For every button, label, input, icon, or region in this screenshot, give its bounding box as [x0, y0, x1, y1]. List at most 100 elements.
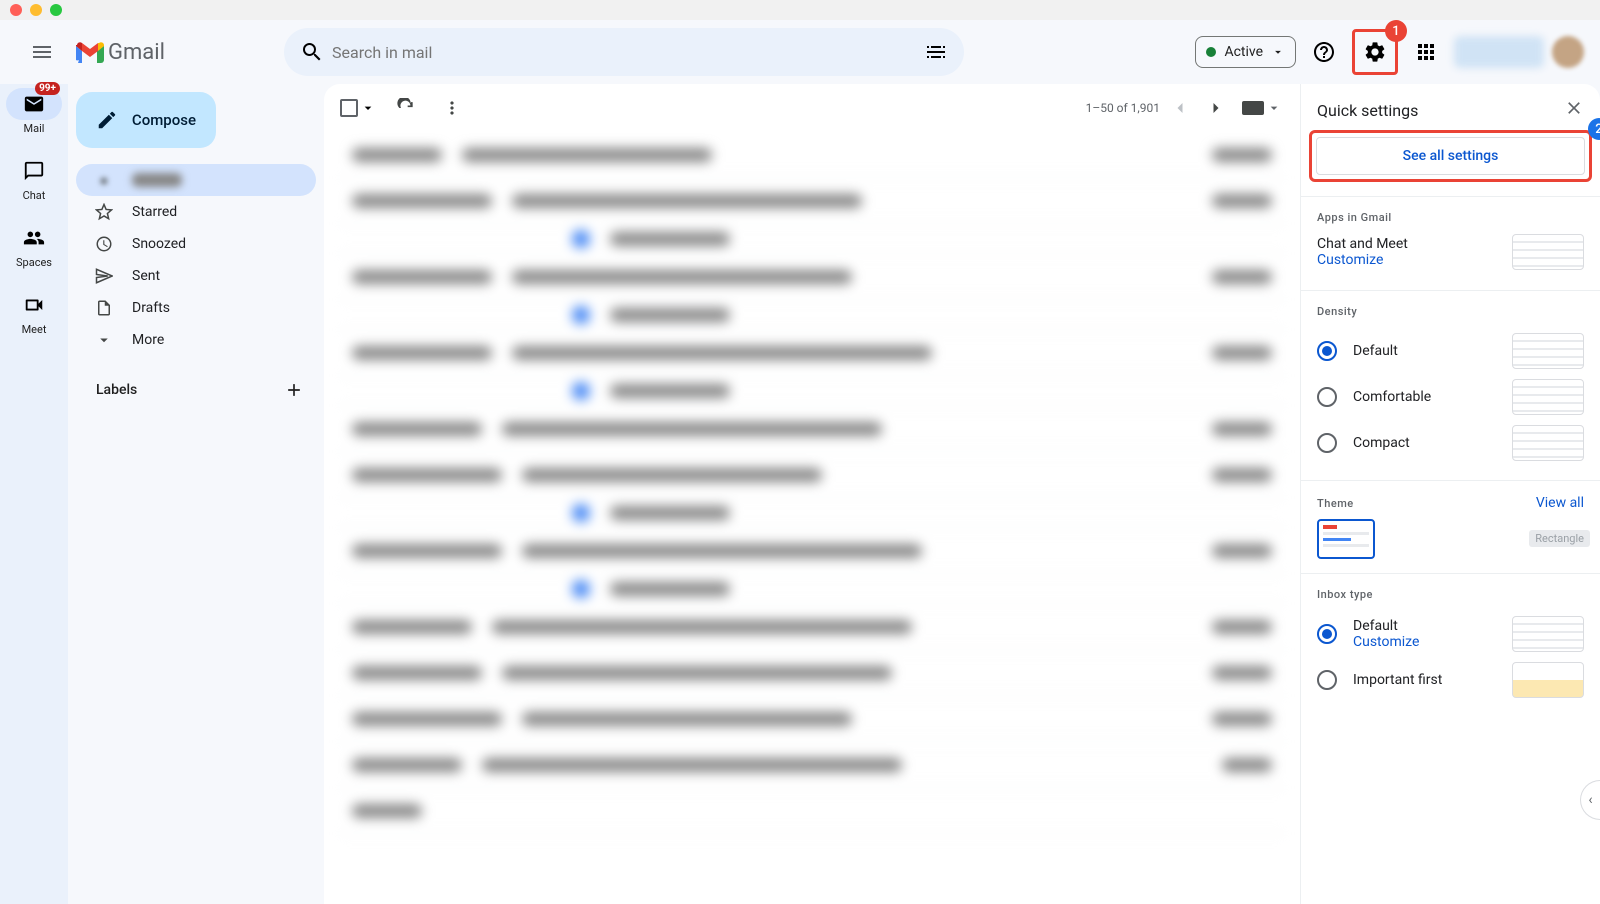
spaces-icon [23, 227, 45, 249]
support-button[interactable] [1304, 32, 1344, 72]
status-active-dot [1206, 47, 1216, 57]
see-all-settings-label: See all settings [1403, 148, 1499, 164]
folder-drafts-label: Drafts [132, 300, 170, 316]
chevron-down-icon [1271, 45, 1285, 59]
labels-heading[interactable]: Labels [76, 370, 316, 410]
density-default-radio[interactable] [1317, 341, 1337, 361]
density-compact-row[interactable]: Compact [1317, 420, 1584, 466]
more-actions-button[interactable] [432, 88, 472, 128]
folder-drafts[interactable]: Drafts [76, 292, 316, 324]
pagination-range: 1–50 of 1,901 [1086, 101, 1160, 115]
rail-chat-label: Chat [23, 189, 46, 202]
inbox-important-radio[interactable] [1317, 670, 1337, 690]
inbox-default-row[interactable]: Default Customize [1317, 611, 1584, 657]
rail-mail[interactable]: 99+ Mail [6, 88, 62, 135]
next-page-button[interactable] [1200, 92, 1232, 124]
draft-icon [95, 299, 113, 317]
prev-page-button[interactable] [1164, 92, 1196, 124]
qs-inbox-type-heading: Inbox type [1317, 588, 1584, 601]
window-minimize-dot[interactable] [30, 4, 42, 16]
presence-status-chip[interactable]: Active [1195, 36, 1296, 68]
see-all-settings-button[interactable]: See all settings [1316, 137, 1585, 175]
select-all-checkbox[interactable] [336, 95, 380, 121]
rail-meet[interactable]: Meet [6, 289, 62, 336]
inbox-default-radio[interactable] [1317, 624, 1337, 644]
labels-heading-text: Labels [96, 382, 137, 398]
chat-meet-preview [1512, 234, 1584, 270]
folder-sent[interactable]: Sent [76, 260, 316, 292]
folder-snoozed[interactable]: Snoozed [76, 228, 316, 260]
density-comfortable-radio[interactable] [1317, 387, 1337, 407]
chevron-left-icon [1170, 98, 1190, 118]
star-icon [95, 203, 113, 221]
qs-theme-section: Theme View all [1301, 480, 1600, 573]
apps-grid-icon [1414, 40, 1438, 64]
folder-inbox[interactable]: ● [76, 164, 316, 196]
folder-starred-label: Starred [132, 204, 177, 220]
qs-chat-meet-customize[interactable]: Customize [1317, 252, 1408, 268]
close-icon [1564, 98, 1584, 118]
folder-starred[interactable]: Starred [76, 196, 316, 228]
list-toolbar: 1–50 of 1,901 [324, 84, 1300, 132]
mail-icon [23, 93, 45, 115]
status-label: Active [1224, 44, 1263, 60]
search-icon[interactable] [292, 40, 332, 64]
more-vert-icon [442, 98, 462, 118]
inbox-default-customize[interactable]: Customize [1353, 634, 1496, 650]
refresh-icon [396, 98, 416, 118]
inbox-important-row[interactable]: Important first [1317, 657, 1584, 703]
org-logo-blurred [1454, 36, 1544, 68]
rail-spaces[interactable]: Spaces [6, 222, 62, 269]
compose-button[interactable]: Compose [76, 92, 216, 148]
qs-apps-section: Apps in Gmail Chat and Meet Customize [1301, 196, 1600, 290]
quick-settings-panel: Quick settings See all settings 2 Apps i… [1300, 84, 1600, 904]
main-menu-button[interactable] [18, 28, 66, 76]
rail-mail-label: Mail [24, 122, 45, 135]
search-input[interactable] [332, 43, 916, 62]
theme-default-thumb[interactable] [1317, 519, 1375, 559]
google-apps-button[interactable] [1406, 32, 1446, 72]
compose-label: Compose [132, 111, 196, 129]
window-close-dot[interactable] [10, 4, 22, 16]
qs-theme-view-all[interactable]: View all [1536, 495, 1584, 511]
density-comfortable-preview [1512, 379, 1584, 415]
hamburger-icon [30, 40, 54, 64]
chevron-down-icon [95, 331, 113, 349]
folder-sidebar: Compose ● Starred Snoozed Sent Drafts [68, 84, 324, 904]
account-avatar[interactable] [1552, 36, 1584, 68]
refresh-button[interactable] [386, 88, 426, 128]
density-default-row[interactable]: Default [1317, 328, 1584, 374]
input-tools-button[interactable] [1236, 100, 1288, 116]
folder-list: ● Starred Snoozed Sent Drafts More [76, 164, 316, 356]
qs-density-section: Density Default Comfortable Compact [1301, 290, 1600, 480]
rail-spaces-label: Spaces [16, 256, 52, 269]
folder-more[interactable]: More [76, 324, 316, 356]
message-list-pane: 1–50 of 1,901 [324, 84, 1300, 904]
inbox-default-label: Default [1353, 618, 1496, 634]
macos-titlebar [0, 0, 1600, 20]
chevron-down-icon [1266, 100, 1282, 116]
search-options-icon[interactable] [916, 40, 956, 64]
plus-icon[interactable] [284, 380, 304, 400]
folder-inbox-label [132, 173, 182, 187]
qs-apps-heading: Apps in Gmail [1317, 211, 1584, 224]
density-default-preview [1512, 333, 1584, 369]
density-compact-label: Compact [1353, 435, 1496, 451]
settings-button-highlight: 1 [1352, 29, 1398, 75]
email-list-blurred [324, 132, 1300, 904]
chevron-down-icon [360, 100, 376, 116]
rail-meet-label: Meet [22, 323, 47, 336]
folder-more-label: More [132, 332, 164, 348]
density-comfortable-label: Comfortable [1353, 389, 1496, 405]
search-bar[interactable] [284, 28, 964, 76]
density-compact-preview [1512, 425, 1584, 461]
gmail-logo[interactable]: Gmail [76, 40, 256, 65]
window-zoom-dot[interactable] [50, 4, 62, 16]
inbox-important-label: Important first [1353, 672, 1496, 688]
density-comfortable-row[interactable]: Comfortable [1317, 374, 1584, 420]
meet-icon [23, 294, 45, 316]
rectangle-tooltip: Rectangle [1529, 530, 1590, 547]
close-quick-settings[interactable] [1564, 98, 1584, 122]
rail-chat[interactable]: Chat [6, 155, 62, 202]
density-compact-radio[interactable] [1317, 433, 1337, 453]
